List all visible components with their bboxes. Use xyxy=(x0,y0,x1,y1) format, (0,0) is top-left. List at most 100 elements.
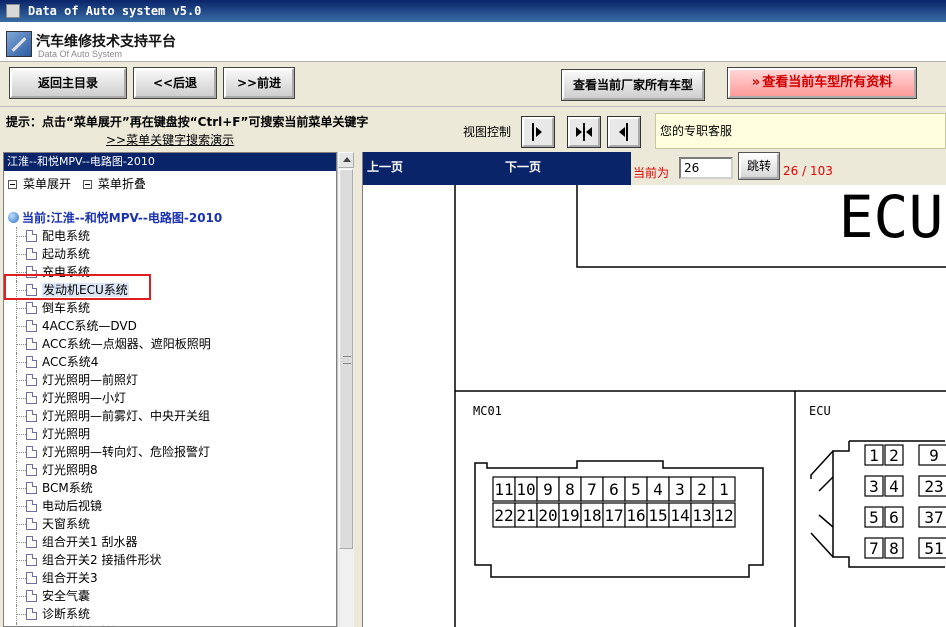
current-page-label: 当前为 xyxy=(633,166,670,180)
mc01-pin-label: 14 xyxy=(670,506,689,525)
tree-item[interactable]: 诊断系统 xyxy=(4,605,336,623)
scroll-thumb[interactable] xyxy=(339,169,353,549)
tree-item[interactable]: BCM系统 xyxy=(4,479,336,497)
ecu-pin-label: 8 xyxy=(889,539,899,558)
tree-connector xyxy=(16,434,26,435)
document-icon xyxy=(26,410,37,422)
window-title: Data of Auto system v5.0 xyxy=(28,4,202,18)
tree-item[interactable]: 倒车系统 xyxy=(4,299,336,317)
forward-button[interactable]: >>前进 xyxy=(223,67,295,99)
document-icon xyxy=(26,518,37,530)
page-number-input[interactable]: 26 xyxy=(679,157,733,179)
tree-connector xyxy=(16,488,26,489)
mc01-pin-label: 4 xyxy=(653,480,663,499)
tree-item-label: 灯光照明—转向灯、危险报警灯 xyxy=(42,445,211,459)
ecu-pins: 1 23 45 67 89233751 xyxy=(864,444,946,559)
tree-item[interactable]: 灯光照明8 xyxy=(4,461,336,479)
arrow-left-icon xyxy=(619,127,625,137)
tree-connector xyxy=(16,308,26,309)
tree-item[interactable]: 天窗系统 xyxy=(4,515,336,533)
tree-controls: 菜单展开 菜单折叠 xyxy=(8,175,154,192)
tree-item[interactable]: 安全气囊 xyxy=(4,587,336,605)
tree-connector xyxy=(16,623,17,626)
tree-connector xyxy=(16,452,26,453)
document-icon xyxy=(26,608,37,620)
tree-item[interactable]: 电动后视镜 xyxy=(4,497,336,515)
tree-connector xyxy=(16,398,26,399)
ecu-pin-label: 9 xyxy=(929,446,939,465)
tree-item-label: 配电系统 xyxy=(42,229,91,243)
ecu-pin-label: 7 xyxy=(869,539,879,558)
ecu-title: ECU xyxy=(839,185,944,251)
double-chevron-icon: » xyxy=(751,75,761,90)
tree-item-label: 灯光照明8 xyxy=(42,463,98,477)
tree-item[interactable]: 灯光照明—小灯 xyxy=(4,389,336,407)
square-toggle-icon xyxy=(82,180,92,189)
tree-item[interactable]: ACC系统—点烟器、遮阳板照明 xyxy=(4,335,336,353)
ecu-pin-label: 2 xyxy=(889,446,899,465)
app-header: 汽车维修技术支持平台 Data Of Auto System xyxy=(0,22,946,62)
tree-connector xyxy=(16,326,26,327)
document-icon xyxy=(26,536,37,548)
search-hint: 提示：点击“菜单展开”再在键盘按“Ctrl+F”可搜索当前菜单关键字 xyxy=(6,115,369,129)
grip-icon xyxy=(343,356,351,364)
split-view-button[interactable] xyxy=(567,116,601,148)
current-path: 江淮--和悦MPV--电路图-2010 xyxy=(4,153,336,171)
customer-service-box[interactable]: 您的专职客服 xyxy=(655,113,946,149)
tree-item[interactable]: ABS 制动系统 xyxy=(4,623,336,626)
search-demo-link[interactable]: >>菜单关键字搜索演示 xyxy=(106,131,234,148)
tree-connector xyxy=(16,344,26,345)
mc01-pin-label: 18 xyxy=(582,506,601,525)
back-button[interactable]: <<后退 xyxy=(133,67,217,99)
mc01-pin-label: 7 xyxy=(587,480,597,499)
expand-menu-control[interactable]: 菜单展开 xyxy=(8,177,71,191)
tree-item[interactable]: 灯光照明—前雾灯、中央开关组 xyxy=(4,407,336,425)
expand-right-view-button[interactable] xyxy=(521,116,555,148)
tree-item[interactable]: 组合开关1 刮水器 xyxy=(4,533,336,551)
tree-item-label: 天窗系统 xyxy=(42,517,91,531)
mc01-pin-label: 10 xyxy=(516,480,535,499)
document-icon xyxy=(26,428,37,440)
diagram-panel: 上一页 下一页 当前为 26 跳转 26 / 103 11 10 9 8 7 6 5 4 3 2 1… xyxy=(362,152,946,627)
document-icon xyxy=(26,554,37,566)
page-nav-bar: 上一页 下一页 当前为 26 跳转 26 / 103 xyxy=(363,152,946,185)
view-all-data-button[interactable]: » 查看当前车型所有资料 xyxy=(727,67,917,99)
tree-item-label: ACC系统4 xyxy=(42,355,99,369)
document-icon xyxy=(26,500,37,512)
tree-item[interactable]: ACC系统4 xyxy=(4,353,336,371)
tree-item[interactable]: 4ACC系统—DVD xyxy=(4,317,336,335)
view-all-models-button[interactable]: 查看当前厂家所有车型 xyxy=(561,69,705,101)
tree-item[interactable]: 灯光照明—前照灯 xyxy=(4,371,336,389)
tree-item[interactable]: 组合开关3 xyxy=(4,569,336,587)
mc01-pin-label: 22 xyxy=(494,506,513,525)
wiring-diagram[interactable]: 11 10 9 8 7 6 5 4 3 2 1 22 21 20 19 18 17 16 15 14 13 12 1234… xyxy=(363,183,946,627)
document-icon xyxy=(26,338,37,350)
back-to-main-button[interactable]: 返回主目录 xyxy=(9,67,127,99)
collapse-menu-control[interactable]: 菜单折叠 xyxy=(82,177,146,191)
document-icon xyxy=(26,482,37,494)
tree-item[interactable]: 起动系统 xyxy=(4,245,336,263)
mc01-pin-label: 15 xyxy=(648,506,667,525)
square-toggle-icon xyxy=(8,180,17,189)
mc01-pin-label: 21 xyxy=(516,506,535,525)
mc01-pin-label: 11 xyxy=(494,480,513,499)
scroll-up-icon[interactable] xyxy=(338,152,354,168)
document-icon xyxy=(26,230,37,242)
mc01-pin-label: 17 xyxy=(604,506,623,525)
tree-root[interactable]: 当前:江淮--和悦MPV--电路图-2010 xyxy=(8,209,222,226)
mc01-pin-label: 2 xyxy=(697,480,707,499)
expand-left-view-button[interactable] xyxy=(607,116,641,148)
next-page-link[interactable]: 下一页 xyxy=(505,158,541,175)
prev-page-link[interactable]: 上一页 xyxy=(367,158,403,175)
tree-scrollbar[interactable] xyxy=(337,152,354,627)
tree-item[interactable]: 配电系统 xyxy=(4,227,336,245)
tree-item[interactable]: 灯光照明 xyxy=(4,425,336,443)
tree-item-label: 组合开关3 xyxy=(42,571,98,585)
tree-item[interactable]: 灯光照明—转向灯、危险报警灯 xyxy=(4,443,336,461)
document-icon xyxy=(26,320,37,332)
tree-connector xyxy=(16,362,26,363)
jump-button[interactable]: 跳转 xyxy=(738,152,780,180)
divider-line-icon xyxy=(583,123,585,141)
tree-item[interactable]: 组合开关2 接插件形状 xyxy=(4,551,336,569)
document-icon xyxy=(26,374,37,386)
